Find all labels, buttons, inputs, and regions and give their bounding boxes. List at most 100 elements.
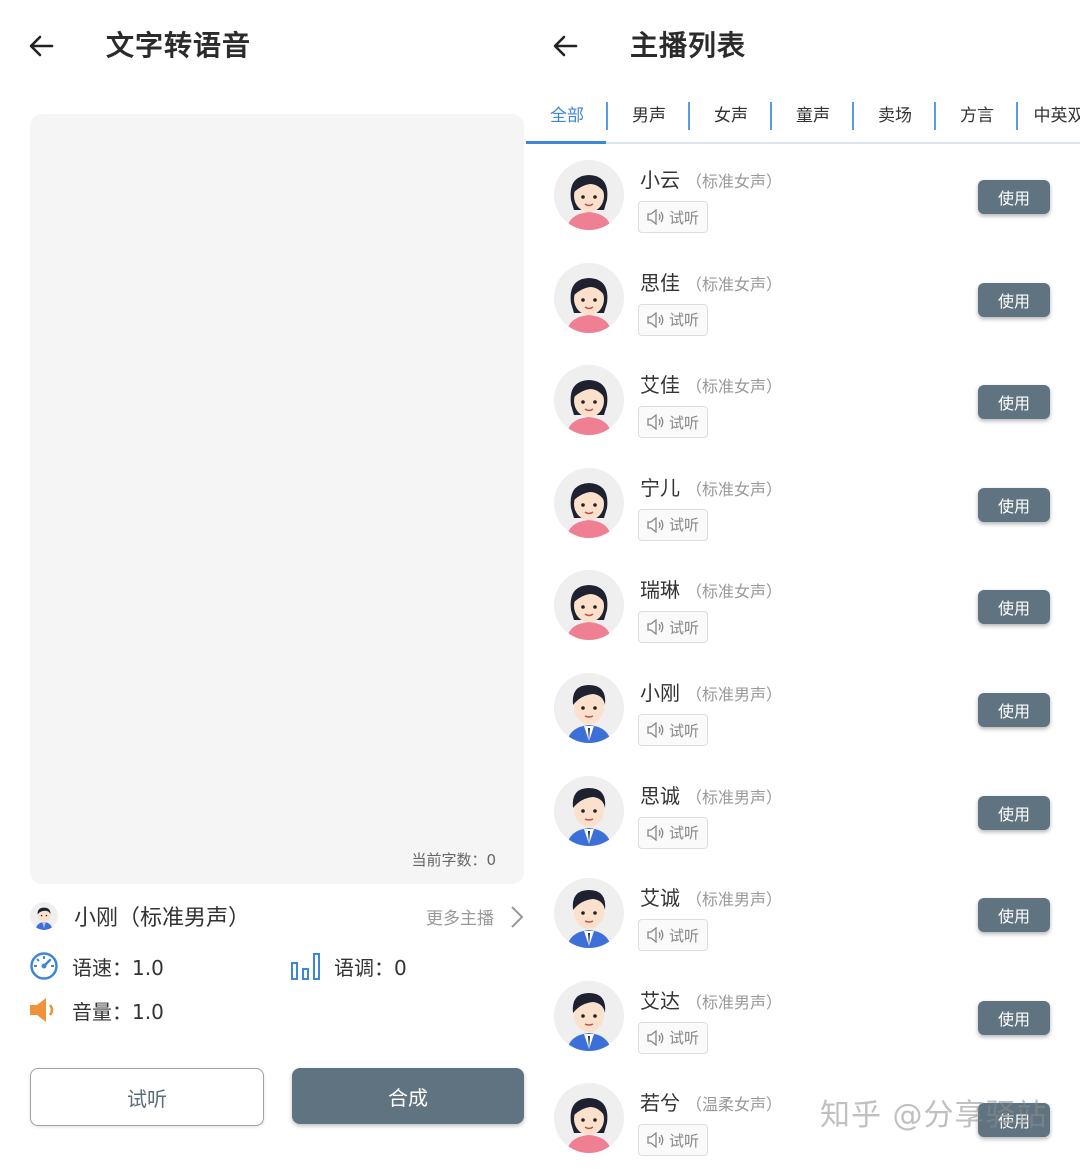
voice-row[interactable]: 艾诚（标准男声） 试听 使用 (526, 862, 1080, 964)
preview-label: 试听 (669, 822, 699, 843)
tab-label: 方言 (960, 106, 994, 126)
category-tabs: 全部男声 女声 童声 卖场 方言 中英双 (526, 94, 1080, 144)
voice-row[interactable]: 艾佳（标准女声） 试听 使用 (526, 349, 1080, 451)
speaker-icon (647, 619, 669, 635)
tab-4[interactable]: 卖场 (854, 94, 936, 138)
speaker-icon (647, 312, 669, 328)
pitch-setting[interactable]: 语调：0 (290, 950, 407, 982)
tab-label: 卖场 (878, 106, 912, 126)
volume-value: 音量：1.0 (72, 996, 164, 1025)
use-button[interactable]: 使用 (978, 488, 1050, 522)
preview-button[interactable]: 试听 (638, 509, 708, 541)
preview-label: 试听 (669, 1130, 699, 1151)
speaker-icon (647, 825, 669, 841)
voice-name-line: 艾达（标准男声） (640, 985, 782, 1014)
pitch-value: 语调：0 (334, 952, 407, 981)
speedometer-icon (28, 950, 60, 982)
voice-type: （标准男声） (686, 788, 782, 807)
preview-button[interactable]: 试听 (638, 1022, 708, 1054)
voice-name-line: 艾诚（标准男声） (640, 882, 782, 911)
back-arrow-icon[interactable] (548, 29, 582, 63)
avatar (554, 468, 624, 538)
back-arrow-icon[interactable] (24, 29, 58, 63)
bar-chart-icon (290, 950, 322, 982)
avatar (554, 981, 624, 1051)
voice-row[interactable]: 艾达（标准男声） 试听 使用 (526, 965, 1080, 1067)
avatar (554, 570, 624, 640)
voice-row[interactable]: 宁儿（标准女声） 试听 使用 (526, 452, 1080, 554)
use-button[interactable]: 使用 (978, 796, 1050, 830)
voice-name-line: 思诚 （标准男声） (640, 780, 782, 809)
voice-row[interactable]: 小刚（标准男声） 试听 使用 (526, 657, 1080, 759)
use-button[interactable]: 使用 (978, 1001, 1050, 1035)
voice-row[interactable]: 思佳（标准女声） 试听 使用 (526, 247, 1080, 349)
use-button[interactable]: 使用 (978, 590, 1050, 624)
preview-button[interactable]: 试听 (638, 611, 708, 643)
selected-voice-row[interactable]: 小刚（标准男声） 更多主播 (30, 898, 524, 938)
voice-type: （标准女声） (686, 377, 782, 396)
use-button[interactable]: 使用 (978, 180, 1050, 214)
voice-name: 思佳 (640, 271, 680, 295)
preview-button[interactable]: 试听 (638, 1124, 708, 1156)
preview-label: 试听 (669, 720, 699, 741)
synthesize-button[interactable]: 合成 (292, 1068, 524, 1124)
voice-name: 瑞琳 (640, 578, 680, 602)
speed-setting[interactable]: 语速：1.0 (28, 950, 164, 982)
use-button[interactable]: 使用 (978, 693, 1050, 727)
voice-type: （温柔女声） (686, 1095, 782, 1114)
speaker-icon (647, 209, 669, 225)
listen-button[interactable]: 试听 (30, 1068, 264, 1126)
preview-button[interactable]: 试听 (638, 406, 708, 438)
chevron-right-icon[interactable] (510, 905, 524, 933)
tab-1[interactable]: 男声 (608, 94, 690, 138)
preview-label: 试听 (669, 309, 699, 330)
voice-row[interactable]: 小云（标准女声） 试听 使用 (526, 144, 1080, 246)
use-button[interactable]: 使用 (978, 898, 1050, 932)
voice-row[interactable]: 瑞琳（标准女声） 试听 使用 (526, 554, 1080, 656)
preview-button[interactable]: 试听 (638, 304, 708, 336)
use-button[interactable]: 使用 (978, 283, 1050, 317)
volume-setting[interactable]: 音量：1.0 (28, 994, 164, 1026)
text-input-area[interactable]: 当前字数：0 (30, 114, 524, 884)
use-button[interactable]: 使用 (978, 385, 1050, 419)
tab-0[interactable]: 全部 (526, 94, 608, 138)
preview-button[interactable]: 试听 (638, 817, 708, 849)
preview-button[interactable]: 试听 (638, 714, 708, 746)
preview-button[interactable]: 试听 (638, 201, 708, 233)
voice-name-line: 瑞琳（标准女声） (640, 574, 782, 603)
preview-label: 试听 (669, 1027, 699, 1048)
voice-name-line: 宁儿（标准女声） (640, 472, 782, 501)
tab-3[interactable]: 童声 (772, 94, 854, 138)
preview-label: 试听 (669, 514, 699, 535)
tab-label: 中英双 (1034, 106, 1080, 126)
tab-2[interactable]: 女声 (690, 94, 772, 138)
voice-type: （标准女声） (686, 172, 782, 191)
avatar (554, 776, 624, 846)
voice-name-line: 思佳（标准女声） (640, 267, 782, 296)
voice-type: （标准男声） (686, 890, 782, 909)
voice-type: （标准男声） (686, 685, 782, 704)
avatar (554, 1083, 624, 1153)
preview-label: 试听 (669, 925, 699, 946)
speaker-icon (647, 517, 669, 533)
avatar (554, 365, 624, 435)
speed-value: 语速：1.0 (72, 952, 164, 981)
char-count: 当前字数：0 (411, 849, 496, 870)
more-voices-link[interactable]: 更多主播 (426, 904, 494, 929)
voice-name-line: 艾佳（标准女声） (640, 369, 782, 398)
preview-button[interactable]: 试听 (638, 919, 708, 951)
volume-icon (28, 994, 60, 1026)
tab-6[interactable]: 中英双 (1018, 94, 1080, 138)
voice-name-line: 小刚（标准男声） (640, 677, 782, 706)
voice-row[interactable]: 思诚 （标准男声） 试听 使用 (526, 760, 1080, 862)
voice-type: （标准女声） (686, 480, 782, 499)
page-title: 文字转语音 (106, 24, 251, 64)
preview-label: 试听 (669, 412, 699, 433)
tab-5[interactable]: 方言 (936, 94, 1018, 138)
voice-name-line: 小云（标准女声） (640, 164, 782, 193)
tab-label: 女声 (714, 106, 748, 126)
speaker-icon (647, 414, 669, 430)
voice-name: 思诚 (640, 784, 680, 808)
page-title: 主播列表 (630, 24, 746, 64)
voice-type: （标准男声） (686, 993, 782, 1012)
